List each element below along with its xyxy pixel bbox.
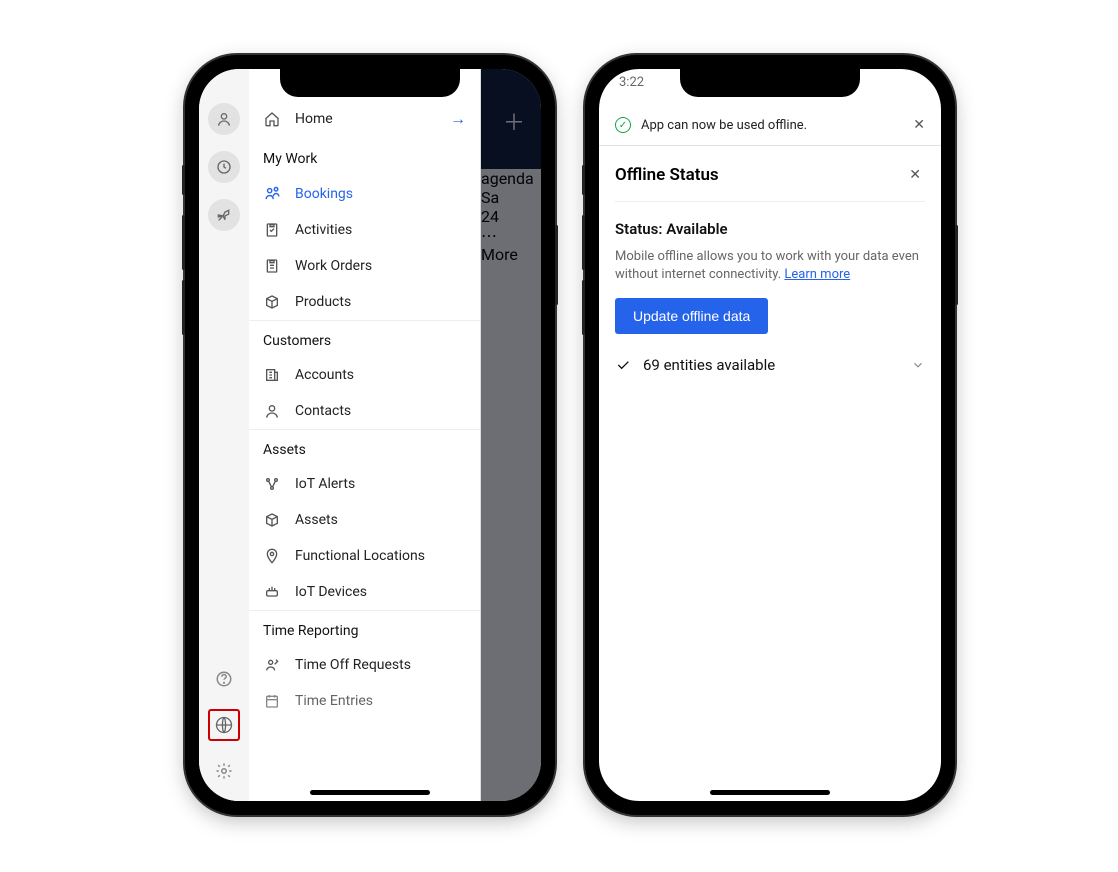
nav-label: IoT Alerts [295, 476, 355, 492]
nav-label: Activities [295, 222, 352, 238]
nav-label: Functional Locations [295, 548, 425, 564]
products-icon [263, 294, 281, 310]
nav-label: Accounts [295, 367, 354, 383]
timeentries-icon [263, 693, 281, 709]
nav-products[interactable]: Products [249, 284, 480, 320]
nav-label: Time Off Requests [295, 657, 411, 673]
recent-button[interactable] [208, 151, 240, 183]
section-header-mywork: My Work [249, 139, 480, 175]
toast-close-button[interactable]: ✕ [913, 117, 925, 133]
nav-label: Time Entries [295, 693, 373, 709]
gear-icon [215, 762, 233, 780]
offline-toast: ✓ App can now be used offline. ✕ [599, 105, 941, 146]
home-icon [263, 111, 281, 127]
rail [199, 69, 249, 801]
clock-icon [216, 159, 232, 175]
learn-more-link[interactable]: Learn more [784, 267, 850, 282]
person-icon [216, 111, 232, 127]
settings-button[interactable] [208, 755, 240, 787]
nav-contacts[interactable]: Contacts [249, 393, 480, 429]
assets-icon [263, 512, 281, 528]
phone-frame-left: ＋ agenda Sa 24 ⋯ More [185, 55, 555, 815]
panel-close-button[interactable]: ✕ [905, 163, 925, 187]
nav-locations[interactable]: Functional Locations [249, 538, 480, 574]
nav-label: Products [295, 294, 351, 310]
nav-assets[interactable]: Assets [249, 502, 480, 538]
iot-devices-icon [263, 584, 281, 600]
section-header-assets: Assets [249, 429, 480, 466]
activities-icon [263, 222, 281, 238]
sitemap-panel: Home → My Work Bookings Activities [249, 69, 481, 801]
nav-iot-alerts[interactable]: IoT Alerts [249, 466, 480, 502]
nav-accounts[interactable]: Accounts [249, 357, 480, 393]
nav-iot-devices[interactable]: IoT Devices [249, 574, 480, 610]
iot-alerts-icon [263, 476, 281, 492]
globe-icon [214, 715, 234, 735]
entities-row[interactable]: 69 entities available [615, 356, 925, 374]
pinned-button[interactable] [208, 199, 240, 231]
check-icon [615, 357, 631, 373]
update-offline-data-button[interactable]: Update offline data [615, 298, 768, 334]
help-button[interactable] [208, 663, 240, 695]
chevron-down-icon [911, 358, 925, 372]
nav-activities[interactable]: Activities [249, 212, 480, 248]
profile-button[interactable] [208, 103, 240, 135]
nav-label: Bookings [295, 186, 353, 202]
phone-frame-right: 3:22 ✓ App can now be used offline. ✕ Of… [585, 55, 955, 815]
panel-title: Offline Status [615, 165, 719, 185]
status-bar-time: 3:22 [619, 75, 644, 90]
timeoff-icon [263, 657, 281, 673]
section-header-customers: Customers [249, 320, 480, 357]
entities-count: 69 entities available [643, 356, 775, 374]
accounts-icon [263, 367, 281, 383]
nav-label: IoT Devices [295, 584, 367, 600]
contacts-icon [263, 403, 281, 419]
nav-label: Work Orders [295, 258, 372, 274]
section-header-time: Time Reporting [249, 610, 480, 647]
workorders-icon [263, 258, 281, 274]
toast-message: App can now be used offline. [641, 118, 807, 133]
nav-workorders[interactable]: Work Orders [249, 248, 480, 284]
help-icon [215, 670, 233, 688]
offline-description: Mobile offline allows you to work with y… [615, 248, 925, 284]
arrow-right-icon: → [450, 109, 466, 129]
bookings-icon [263, 185, 281, 202]
status-line: Status: Available [615, 220, 925, 238]
nav-label: Assets [295, 512, 338, 528]
nav-label: Contacts [295, 403, 351, 419]
offline-status-panel: Offline Status ✕ Status: Available Mobil… [599, 149, 941, 374]
nav-bookings[interactable]: Bookings [249, 175, 480, 212]
nav-home[interactable]: Home → [249, 99, 480, 139]
pin-icon [216, 207, 232, 223]
offline-status-button[interactable] [208, 709, 240, 741]
nav-label: Home [295, 111, 333, 127]
success-check-icon: ✓ [615, 117, 631, 133]
nav-timeentries[interactable]: Time Entries [249, 683, 480, 719]
nav-timeoff[interactable]: Time Off Requests [249, 647, 480, 683]
locations-icon [263, 548, 281, 564]
